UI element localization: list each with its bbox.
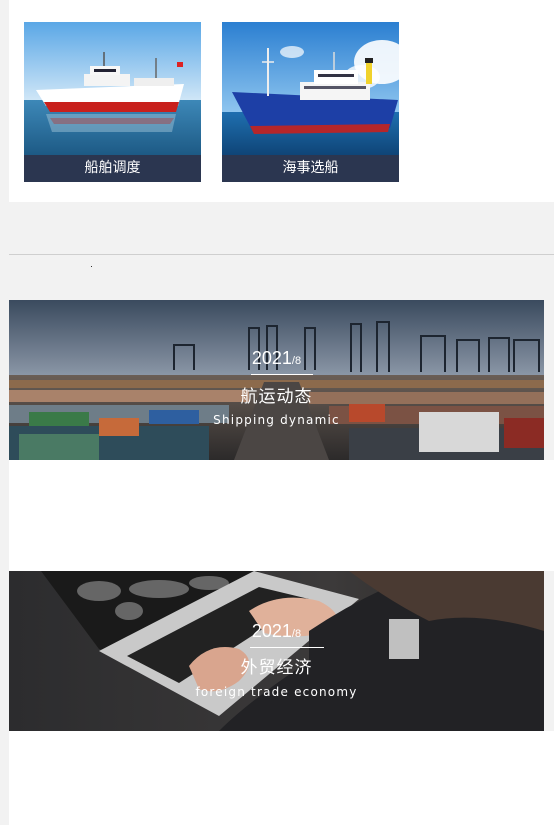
container-port-image bbox=[9, 300, 544, 460]
shipping-month: /8 bbox=[291, 355, 302, 367]
trade-title-en: foreign trade economy bbox=[195, 685, 358, 699]
laptop-typing-image bbox=[9, 571, 544, 731]
maritime-ship-selection-caption: 海事选船 bbox=[222, 155, 399, 182]
ship-dispatch-caption: 船舶调度 bbox=[24, 155, 201, 182]
trade-title-cn: 外贸经济 bbox=[240, 658, 313, 678]
section-divider bbox=[9, 254, 554, 255]
shipping-title-cn: 航运动态 bbox=[240, 387, 313, 407]
shipping-year: 2021 bbox=[251, 348, 292, 368]
trade-date: 2021/8 bbox=[9, 621, 544, 642]
bottom-panel bbox=[9, 731, 554, 825]
shipping-date: 2021/8 bbox=[9, 348, 544, 369]
trade-month: /8 bbox=[291, 628, 302, 640]
foreign-trade-banner[interactable]: 2021/8 外贸经济 foreign trade economy bbox=[9, 571, 544, 731]
ship-dispatch-card[interactable]: 船舶调度 bbox=[24, 22, 201, 182]
trade-underline bbox=[250, 647, 324, 648]
stray-dot bbox=[91, 266, 92, 267]
trade-year: 2021 bbox=[251, 621, 292, 641]
shipping-dynamic-banner[interactable]: 2021/8 航运动态 Shipping dynamic bbox=[9, 300, 544, 460]
maritime-ship-selection-card[interactable]: 海事选船 bbox=[222, 22, 399, 182]
ship-dispatch-image bbox=[24, 22, 201, 155]
shipping-title-en: Shipping dynamic bbox=[213, 413, 340, 427]
shipping-underline bbox=[251, 374, 313, 375]
spacer-panel bbox=[9, 460, 554, 571]
maritime-ship-image bbox=[222, 22, 399, 155]
